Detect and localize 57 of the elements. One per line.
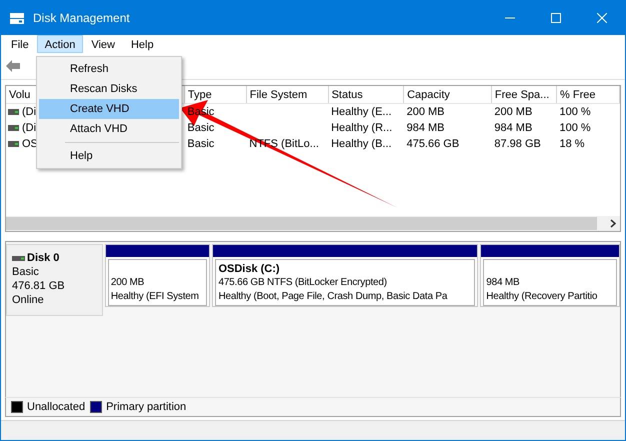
column-header[interactable]: Status (328, 86, 404, 104)
menu-item[interactable]: Action (36, 35, 84, 53)
partition-title: OSDisk (C:) (218, 262, 281, 276)
drive-icon (12, 256, 25, 260)
close-icon (597, 13, 607, 23)
column-header[interactable]: Free Spa... (491, 86, 557, 104)
menu-item[interactable]: Create VHD (39, 99, 179, 119)
drive-icon (8, 125, 19, 131)
disk-drive-icon (9, 11, 25, 25)
partition-block[interactable]: 984 MB Healthy (Recovery Partitio (480, 244, 620, 307)
menu-item[interactable]: Attach VHD (39, 119, 179, 139)
partition-block[interactable]: 200 MB Healthy (EFI System (104, 244, 210, 307)
table-cell: 200 MB (406, 106, 444, 118)
disk-info: Online (12, 293, 45, 307)
menu-item[interactable]: Refresh (39, 59, 179, 79)
table-cell: 18 % (560, 138, 585, 150)
partition-info: 475.66 GB NTFS (BitLocker Encrypted) (218, 276, 388, 290)
menu-item[interactable]: Help (39, 146, 179, 166)
drive-icon (8, 141, 19, 147)
column-header[interactable]: Capacity (404, 86, 492, 104)
partition-info: Healthy (EFI System (110, 290, 200, 304)
back-arrow-icon[interactable] (6, 60, 20, 72)
legend-label: Unallocated (27, 401, 86, 413)
table-cell: Basic (187, 138, 214, 150)
partition-info: 200 MB (110, 276, 146, 290)
partition-block[interactable]: OSDisk (C:) 475.66 GB NTFS (BitLocker Encrypted) Healthy (Boot, Page File, Crash Dump, Basic Data Pa (212, 244, 478, 307)
table-cell: Basic (187, 122, 214, 134)
window-title: Disk Management (33, 11, 130, 25)
disk-info: Basic (12, 265, 40, 279)
partition-info: 984 MB (486, 276, 521, 290)
menu-item[interactable]: Rescan Disks (39, 79, 179, 99)
scroll-right-icon[interactable] (610, 219, 616, 228)
table-cell: Healthy (B... (331, 138, 392, 150)
table-cell: Healthy (E... (331, 106, 392, 118)
maximize-icon (551, 13, 561, 23)
table-cell: 100 % (560, 106, 591, 118)
table-cell: Healthy (R... (331, 122, 392, 134)
partition-info: Healthy (Recovery Partitio (486, 290, 598, 304)
table-cell: (Di (22, 106, 36, 118)
column-header[interactable]: File System (246, 86, 328, 104)
table-cell: 984 MB (494, 122, 532, 134)
table-cell: 984 MB (406, 122, 444, 134)
drive-icon (8, 109, 19, 115)
table-cell: (Di (22, 122, 36, 134)
table-cell: 100 % (560, 122, 591, 134)
menu-item[interactable]: Help (122, 35, 162, 53)
scrollbar-thumb[interactable] (6, 217, 597, 230)
disk-info: 476.81 GB (12, 279, 66, 293)
disk-name: Disk 0 (27, 251, 60, 265)
table-cell: 87.98 GB (494, 138, 541, 150)
table-cell: 200 MB (494, 106, 532, 118)
legend-label: Primary partition (106, 401, 186, 413)
menu-item[interactable]: View (83, 35, 123, 53)
column-header[interactable]: % Free (556, 86, 620, 104)
table-cell: 475.66 GB (406, 138, 460, 150)
partition-info: Healthy (Boot, Page File, Crash Dump, Basic Data Pa (218, 290, 448, 304)
menu-item[interactable]: File (3, 35, 37, 53)
